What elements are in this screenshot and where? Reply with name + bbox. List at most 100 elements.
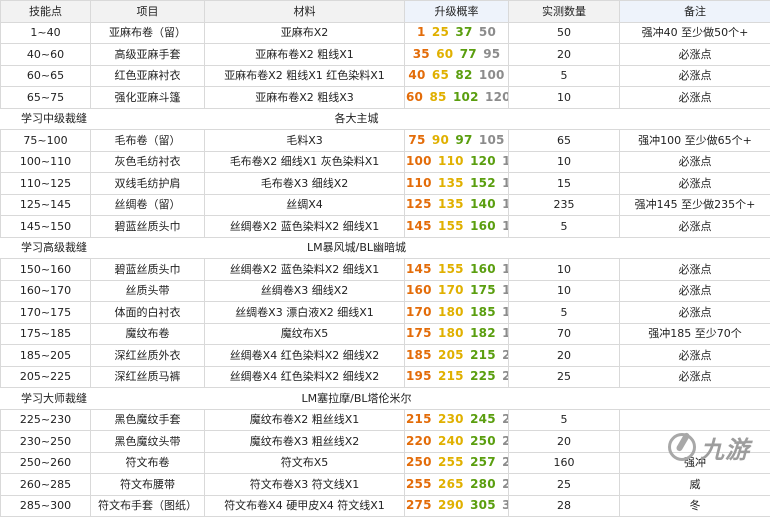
prob-value: 320 bbox=[502, 498, 508, 512]
header-note: 备注 bbox=[620, 1, 770, 23]
table-row: 225~230黑色魔纹手套魔纹布卷X2 粗丝线X1215 230 245 260… bbox=[1, 409, 770, 431]
prob-value: 82 bbox=[455, 68, 472, 82]
materials: 丝绸卷X4 红色染料X2 细线X2 bbox=[205, 366, 405, 388]
note: 必涨点 bbox=[620, 65, 770, 87]
item-name: 深红丝质马裤 bbox=[91, 366, 205, 388]
upgrade-probability: 35 60 77 95 bbox=[405, 44, 509, 66]
upgrade-probability: 75 90 97 105 bbox=[405, 130, 509, 152]
measured-count: 5 bbox=[509, 409, 620, 431]
table-row: 285~300符文布手套（图纸）符文布卷X4 硬甲皮X4 符文线X1275 29… bbox=[1, 495, 770, 517]
prob-value: 215 bbox=[470, 348, 496, 362]
note: 强冲185 至少70个 bbox=[620, 323, 770, 345]
table-row: 40~60高级亚麻手套亚麻布卷X2 粗线X135 60 77 9520必涨点 bbox=[1, 44, 770, 66]
prob-value: 260 bbox=[502, 455, 508, 469]
prob-value: 180 bbox=[438, 305, 464, 319]
item-name: 符文布卷 bbox=[91, 452, 205, 474]
materials: 符文布X5 bbox=[205, 452, 405, 474]
measured-count: 5 bbox=[509, 65, 620, 87]
note: 必涨点 bbox=[620, 302, 770, 324]
materials: 毛料X3 bbox=[205, 130, 405, 152]
skill-range: 145~150 bbox=[1, 216, 91, 238]
skill-range: 260~285 bbox=[1, 474, 91, 496]
prob-value: 110 bbox=[438, 154, 464, 168]
item-name: 双线毛纺护肩 bbox=[91, 173, 205, 195]
skill-range: 110~125 bbox=[1, 173, 91, 195]
section-title: 学习高级裁缝 bbox=[1, 237, 205, 259]
table-row: 65~75强化亚麻斗篷亚麻布卷X2 粗线X360 85 102 12010必涨点 bbox=[1, 87, 770, 109]
skill-range: 250~260 bbox=[1, 452, 91, 474]
prob-value: 215 bbox=[438, 369, 464, 383]
measured-count: 70 bbox=[509, 323, 620, 345]
prob-value: 195 bbox=[406, 369, 432, 383]
prob-value: 100 bbox=[479, 68, 505, 82]
prob-value: 175 bbox=[406, 326, 432, 340]
item-name: 黑色魔纹手套 bbox=[91, 409, 205, 431]
skill-range: 230~250 bbox=[1, 431, 91, 453]
note: 必涨点 bbox=[620, 280, 770, 302]
prob-value: 130 bbox=[502, 154, 508, 168]
note: 必涨点 bbox=[620, 173, 770, 195]
measured-count: 50 bbox=[509, 22, 620, 44]
watermark-text: 九游 bbox=[700, 430, 750, 465]
item-name: 体面的白衬衣 bbox=[91, 302, 205, 324]
prob-value: 60 bbox=[436, 47, 453, 61]
upgrade-probability: 125 135 140 145 bbox=[405, 194, 509, 216]
header-row: 技能点 项目 材料 升级概率 实测数量 备注 bbox=[1, 1, 770, 23]
materials: 亚麻布卷X2 粗线X3 bbox=[205, 87, 405, 109]
table-row: 160~170丝质头带丝绸卷X3 细线X2160 170 175 18010必涨… bbox=[1, 280, 770, 302]
upgrade-probability: 145 155 160 165 bbox=[405, 216, 509, 238]
measured-count: 20 bbox=[509, 431, 620, 453]
table-row: 170~175体面的白衬衣丝绸卷X3 漂白液X2 细线X1170 180 185… bbox=[1, 302, 770, 324]
measured-count: 28 bbox=[509, 495, 620, 517]
upgrade-probability: 40 65 82 100 bbox=[405, 65, 509, 87]
prob-value: 220 bbox=[406, 434, 432, 448]
skill-range: 285~300 bbox=[1, 495, 91, 517]
prob-value: 65 bbox=[432, 68, 449, 82]
measured-count: 10 bbox=[509, 259, 620, 281]
prob-value: 257 bbox=[470, 455, 496, 469]
upgrade-probability: 250 255 257 260 bbox=[405, 452, 509, 474]
prob-value: 255 bbox=[438, 455, 464, 469]
materials: 丝绸卷X2 蓝色染料X2 细线X1 bbox=[205, 259, 405, 281]
prob-value: 180 bbox=[502, 283, 508, 297]
materials: 亚麻布卷X2 粗线X1 bbox=[205, 44, 405, 66]
prob-value: 182 bbox=[470, 326, 496, 340]
prob-value: 35 bbox=[413, 47, 430, 61]
materials: 毛布卷X3 细线X2 bbox=[205, 173, 405, 195]
item-name: 黑色魔纹头带 bbox=[91, 431, 205, 453]
prob-value: 155 bbox=[438, 219, 464, 233]
note: 冬 bbox=[620, 495, 770, 517]
section-empty bbox=[620, 108, 770, 130]
table-row: 185~205深红丝质外衣丝绸卷X4 红色染料X2 细线X2185 205 21… bbox=[1, 345, 770, 367]
prob-value: 165 bbox=[502, 219, 508, 233]
skill-range: 1~40 bbox=[1, 22, 91, 44]
item-name: 碧蓝丝质头巾 bbox=[91, 259, 205, 281]
item-name: 深红丝质外衣 bbox=[91, 345, 205, 367]
prob-value: 90 bbox=[432, 133, 449, 147]
upgrade-probability: 195 215 225 235 bbox=[405, 366, 509, 388]
prob-value: 170 bbox=[406, 305, 432, 319]
prob-value: 240 bbox=[438, 434, 464, 448]
upgrade-probability: 185 205 215 225 bbox=[405, 345, 509, 367]
table-row: 125~145丝绸卷（留）丝绸X4125 135 140 145235强冲145… bbox=[1, 194, 770, 216]
skill-range: 160~170 bbox=[1, 280, 91, 302]
prob-value: 170 bbox=[502, 176, 508, 190]
table-row: 60~65红色亚麻衬衣亚麻布卷X2 粗线X1 红色染料X140 65 82 10… bbox=[1, 65, 770, 87]
skill-range: 40~60 bbox=[1, 44, 91, 66]
upgrade-probability: 100 110 120 130 bbox=[405, 151, 509, 173]
prob-value: 250 bbox=[406, 455, 432, 469]
prob-value: 40 bbox=[408, 68, 425, 82]
prob-value: 235 bbox=[502, 369, 508, 383]
section-empty bbox=[509, 388, 620, 410]
prob-value: 260 bbox=[502, 412, 508, 426]
prob-value: 225 bbox=[470, 369, 496, 383]
prob-value: 145 bbox=[502, 197, 508, 211]
prob-value: 1 bbox=[417, 25, 426, 39]
measured-count: 10 bbox=[509, 280, 620, 302]
prob-value: 37 bbox=[455, 25, 472, 39]
skill-range: 175~185 bbox=[1, 323, 91, 345]
measured-count: 65 bbox=[509, 130, 620, 152]
table-row: 230~250黑色魔纹头带魔纹布卷X3 粗丝线X2220 240 250 260… bbox=[1, 431, 770, 453]
prob-value: 275 bbox=[406, 498, 432, 512]
measured-count: 5 bbox=[509, 216, 620, 238]
